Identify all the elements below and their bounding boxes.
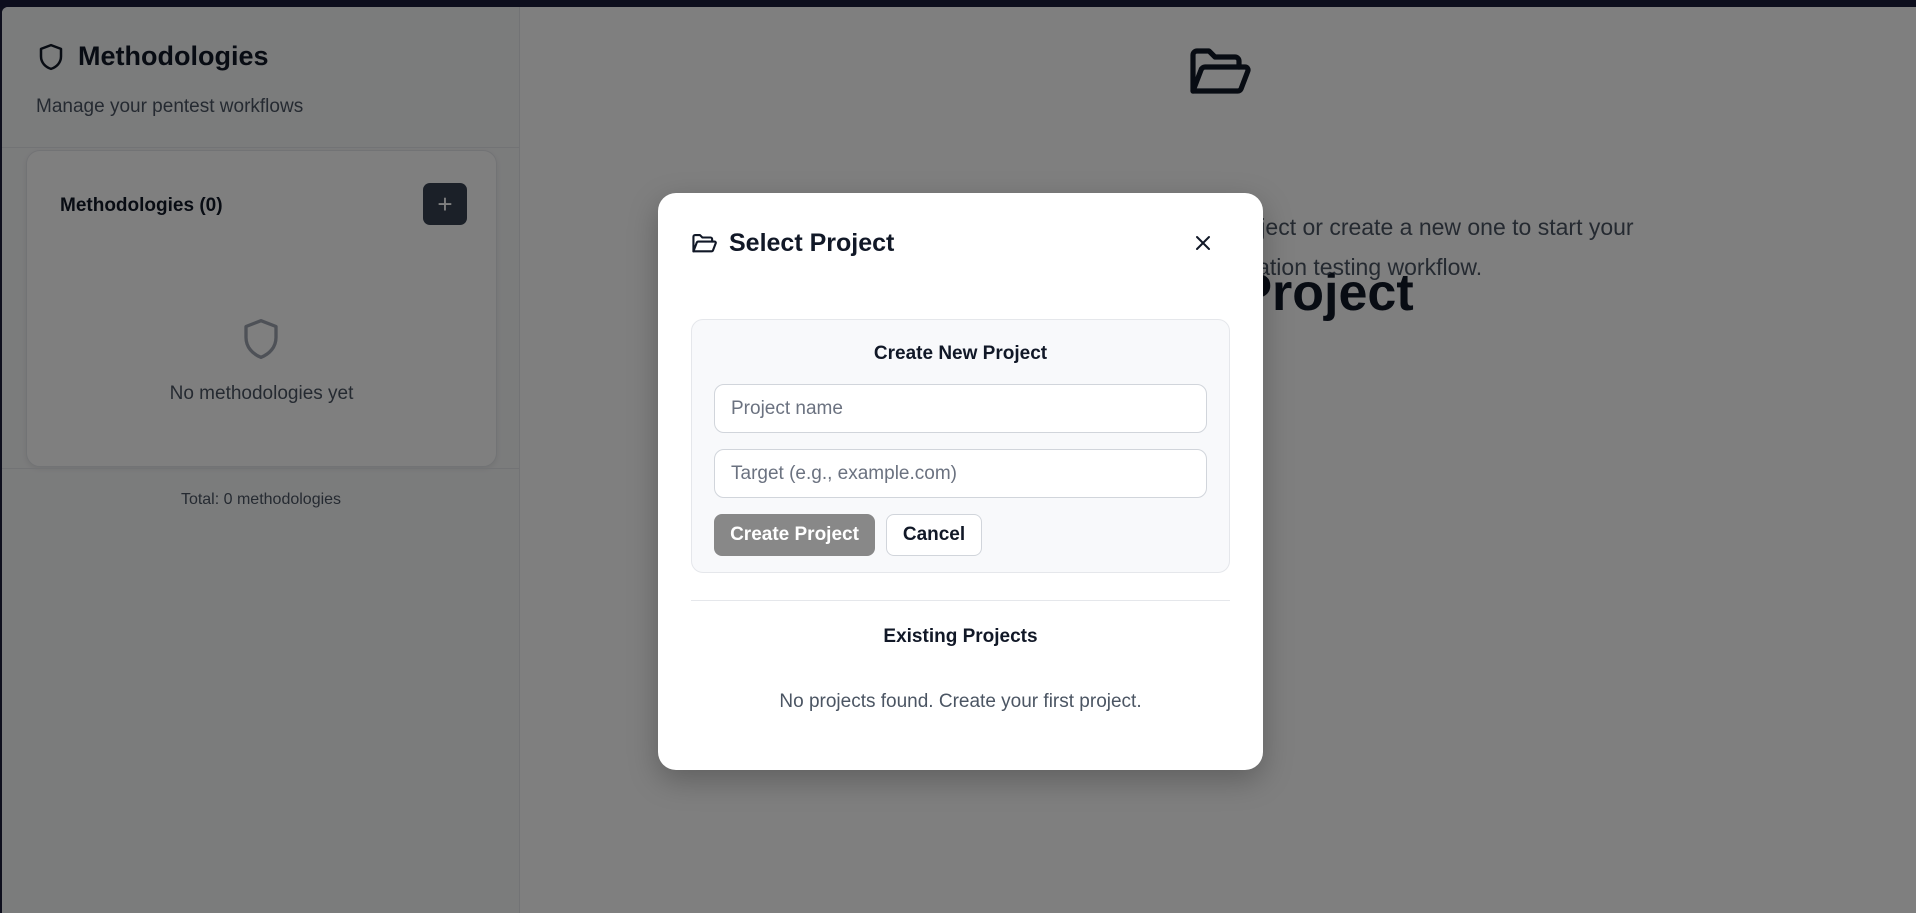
- select-project-modal: Select Project Create New Project Create…: [658, 193, 1263, 770]
- modal-title: Select Project: [691, 229, 894, 258]
- divider: [691, 600, 1230, 601]
- cancel-button[interactable]: Cancel: [886, 514, 982, 556]
- close-icon: [1196, 236, 1210, 250]
- create-project-button[interactable]: Create Project: [714, 514, 875, 556]
- create-section-title: Create New Project: [873, 343, 1048, 364]
- create-project-section: Create New Project Create Project Cancel: [691, 319, 1230, 573]
- modal-title-text: Select Project: [729, 229, 895, 257]
- existing-projects-title: Existing Projects: [883, 626, 1038, 647]
- target-input[interactable]: [714, 449, 1207, 498]
- project-name-input[interactable]: [714, 384, 1207, 433]
- folder-open-icon: [692, 233, 717, 252]
- no-projects-text: No projects found. Create your first pro…: [779, 691, 1142, 712]
- close-button[interactable]: [1188, 228, 1218, 258]
